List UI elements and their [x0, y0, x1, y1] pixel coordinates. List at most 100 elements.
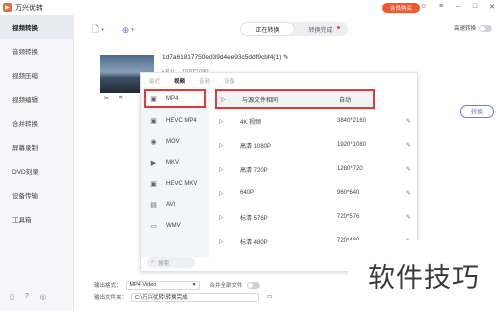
- conversion-status-tabs: 正在转换 转换完成: [240, 22, 348, 36]
- format-category-tabs: 最近 视频 音频 设备: [149, 77, 235, 85]
- play-icon: ▷: [219, 190, 224, 197]
- quality-item-1080p[interactable]: ▷ 高清 1080P 1920*1080 ✎: [215, 133, 415, 157]
- format-search-input[interactable]: ⌕ 搜索: [147, 257, 195, 268]
- close-icon[interactable]: ✕: [488, 3, 496, 11]
- format-item-mp4[interactable]: ▣ MP4: [144, 89, 206, 108]
- minimize-icon[interactable]: –: [454, 3, 462, 11]
- quality-name: 640P: [240, 190, 255, 196]
- play-icon: ▷: [219, 238, 224, 245]
- window-controls: ☺ ≡ – □ ✕: [420, 3, 496, 11]
- sidebar-footer: ▯ ? ◎: [10, 293, 46, 301]
- sidebar-item-label: DVD刻录: [12, 169, 39, 176]
- edit-icon[interactable]: ✎: [406, 142, 411, 149]
- video-format-icon: ▣: [150, 180, 157, 188]
- tab-converting[interactable]: 正在转换: [241, 23, 294, 35]
- output-format-label: 输出格式：: [94, 283, 122, 289]
- format-label: AVI: [166, 201, 176, 208]
- play-icon: ▷: [219, 118, 224, 125]
- quality-resolution: 960*640: [337, 190, 360, 196]
- sidebar-item-label: 设备传输: [12, 193, 38, 200]
- sidebar-item-merge[interactable]: 合并转换: [0, 111, 73, 135]
- tab-converted[interactable]: 转换完成: [294, 23, 347, 35]
- sidebar: 视频转换 音频转换 视频压缩 视频编辑 合并转换 屏幕录制 DVD刻录 设备传输…: [0, 15, 74, 311]
- output-format-select[interactable]: MP4 Video ▾: [125, 280, 200, 290]
- sidebar-item-dvd-burn[interactable]: DVD刻录: [0, 159, 73, 183]
- format-item-mov[interactable]: ◉ MOV: [141, 131, 209, 152]
- format-item-avi[interactable]: ▤ AVI: [141, 194, 209, 215]
- play-icon: ▷: [219, 214, 224, 221]
- search-placeholder: 搜索: [158, 260, 170, 267]
- format-item-hevc-mkv[interactable]: ▣ HEVC MKV: [141, 173, 209, 194]
- format-item-wmv[interactable]: ▭ WMV: [141, 215, 209, 236]
- maximize-icon[interactable]: □: [471, 3, 479, 11]
- sidebar-item-video-edit[interactable]: 视频编辑: [0, 87, 73, 111]
- format-label: HEVC MP4: [166, 117, 197, 124]
- add-file-button[interactable]: 🗋 ▾: [92, 22, 104, 38]
- quality-name: 与源文件相同: [242, 97, 279, 104]
- edit-name-icon[interactable]: ✎: [283, 54, 288, 61]
- sidebar-item-label: 合并转换: [12, 121, 38, 128]
- quality-name: 标清 576P: [240, 215, 268, 222]
- video-format-icon: ▣: [150, 95, 157, 103]
- output-folder-select[interactable]: C:\万兴优转\转换完成: [131, 292, 260, 302]
- format-item-hevc-mp4[interactable]: ▣ HEVC MP4: [141, 110, 209, 131]
- edit-icon[interactable]: ✎: [406, 214, 411, 221]
- video-format-icon: ▭: [150, 222, 157, 230]
- output-settings: 输出格式： MP4 Video ▾ 合并全部文件 输出文件夹： C:\万兴优转\转…: [94, 279, 272, 303]
- crop-icon[interactable]: ⌗: [119, 95, 122, 102]
- sidebar-item-label: 屏幕录制: [12, 145, 38, 152]
- tab-video[interactable]: 视频: [174, 77, 185, 85]
- sidebar-item-screen-record[interactable]: 屏幕录制: [0, 135, 73, 159]
- help-icon[interactable]: ?: [25, 293, 29, 301]
- file-name: 1d7a61817750ed39d4ee93c5ddf9cbf4(1) ✎: [162, 53, 289, 61]
- format-label: MKV: [166, 159, 180, 166]
- quality-item-source[interactable]: ▷ 与源文件相同 自动: [215, 89, 375, 109]
- load-dvd-button[interactable]: ⊕ ▾: [122, 25, 134, 36]
- user-icon[interactable]: ☺: [420, 3, 428, 11]
- list-icon[interactable]: ≡: [437, 3, 445, 11]
- quality-item-4k[interactable]: ▷ 4K 视频 3840*2160 ✎: [215, 109, 415, 133]
- sidebar-item-video-convert[interactable]: 视频转换: [0, 15, 73, 39]
- play-icon: ▷: [219, 142, 224, 149]
- user-circle-icon[interactable]: ◎: [40, 293, 46, 301]
- book-icon[interactable]: ▯: [10, 293, 14, 301]
- search-icon: ⌕: [151, 259, 155, 265]
- sidebar-item-video-compress[interactable]: 视频压缩: [0, 63, 73, 87]
- output-format-value: MP4 Video: [129, 282, 157, 288]
- scissors-icon[interactable]: ✂: [104, 95, 109, 102]
- folder-icon[interactable]: ▭: [267, 294, 272, 300]
- merge-all-toggle[interactable]: [246, 281, 260, 289]
- sidebar-item-audio-convert[interactable]: 音频转换: [0, 39, 73, 63]
- thumbnail-tools: ✂ ⌗: [104, 95, 122, 102]
- dvd-icon: ⊕: [121, 24, 130, 35]
- video-format-icon: ▣: [150, 117, 157, 125]
- tab-audio[interactable]: 音频: [199, 77, 210, 85]
- file-name-text: 1d7a61817750ed39d4ee93c5ddf9cbf4(1): [162, 54, 282, 61]
- quality-item-576p[interactable]: ▷ 标清 576P 720*576 ✎: [215, 205, 415, 229]
- tab-recent[interactable]: 最近: [149, 77, 160, 85]
- hw-accel-toggle[interactable]: [479, 24, 493, 32]
- format-item-mkv[interactable]: ▶ MKV: [141, 152, 209, 173]
- quality-resolution: 自动: [339, 97, 352, 104]
- format-label: WMV: [166, 222, 181, 229]
- quality-item-720p[interactable]: ▷ 高清 720P 1280*720 ✎: [215, 157, 415, 181]
- quality-item-640p[interactable]: ▷ 640P 960*640 ✎: [215, 181, 415, 205]
- sidebar-item-device-transfer[interactable]: 设备传输: [0, 183, 73, 207]
- tab-device[interactable]: 设备: [224, 77, 235, 85]
- quality-resolution: 1280*720: [337, 166, 363, 172]
- tab-converted-label: 转换完成: [308, 27, 333, 34]
- hw-accel: 高速转换: [454, 24, 493, 32]
- convert-button[interactable]: 转换: [460, 105, 494, 118]
- watermark-text: 软件技巧: [348, 240, 500, 311]
- video-format-icon: ▤: [150, 201, 157, 209]
- sidebar-item-label: 视频转换: [12, 25, 38, 32]
- sidebar-item-label: 音频转换: [12, 49, 38, 56]
- edit-icon[interactable]: ✎: [406, 118, 411, 125]
- quality-resolution: 1920*1080: [337, 142, 367, 148]
- edit-icon[interactable]: ✎: [406, 166, 411, 173]
- sidebar-item-toolbox[interactable]: 工具箱: [0, 207, 73, 231]
- edit-icon[interactable]: ✎: [406, 190, 411, 197]
- app-title: 万兴优转: [15, 4, 43, 12]
- vip-purchase-button[interactable]: 会员购买: [382, 3, 420, 13]
- quality-name: 4K 视频: [240, 119, 262, 126]
